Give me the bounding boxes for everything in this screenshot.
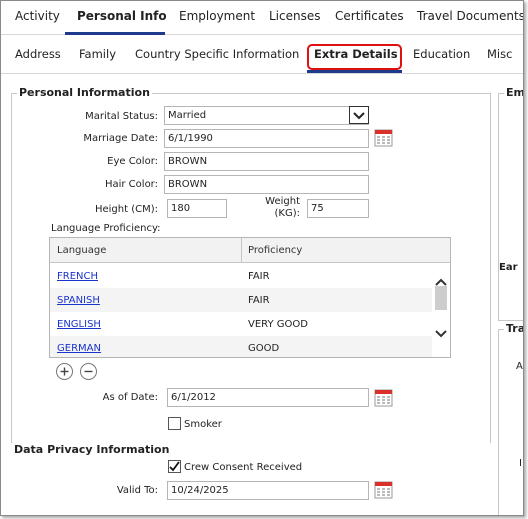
proficiency-cell: GOOD — [248, 343, 280, 354]
hair-color-input[interactable]: BROWN — [164, 175, 369, 194]
language-proficiency-label: Language Proficiency: — [51, 223, 161, 234]
weight-label-line2: (KG): — [274, 208, 300, 219]
smoker-label: Smoker — [184, 419, 222, 430]
checkmark-icon — [169, 461, 180, 472]
table-row[interactable]: GERMAN GOOD — [50, 336, 433, 357]
table-scrollbar[interactable] — [432, 264, 450, 357]
table-row[interactable]: FRENCH FAIR — [50, 264, 433, 288]
scroll-down-icon[interactable] — [435, 330, 447, 338]
language-link[interactable]: ENGLISH — [57, 319, 101, 330]
as-of-date-label: As of Date: — [102, 392, 158, 403]
proficiency-cell: FAIR — [248, 271, 270, 282]
marriage-date-input[interactable]: 6/1/1990 — [164, 129, 369, 148]
proficiency-cell: FAIR — [248, 295, 270, 306]
remove-language-button[interactable] — [80, 363, 97, 380]
marital-status-value: Married — [168, 110, 207, 121]
calendar-icon[interactable] — [374, 128, 393, 147]
chevron-down-icon — [353, 112, 365, 120]
marriage-date-value: 6/1/1990 — [168, 133, 213, 144]
weight-label-line1: Weight — [265, 196, 300, 207]
calendar-icon[interactable] — [374, 388, 393, 407]
column-divider — [241, 238, 242, 263]
right-fieldset-top — [498, 93, 523, 321]
hair-color-value: BROWN — [168, 179, 208, 190]
valid-to-label: Valid To: — [116, 485, 158, 496]
table-header: Language Proficiency — [50, 238, 450, 263]
language-link[interactable]: GERMAN — [57, 343, 101, 354]
crew-consent-checkbox[interactable] — [168, 460, 181, 473]
eye-color-value: BROWN — [168, 156, 208, 167]
subtab-extra-details[interactable]: Extra Details — [314, 47, 398, 61]
tab-activity[interactable]: Activity — [15, 9, 60, 23]
height-input[interactable]: 180 — [167, 199, 227, 218]
height-label: Height (CM): — [94, 204, 158, 215]
active-tab-underline — [65, 32, 165, 35]
as-of-date-value: 6/1/2012 — [171, 392, 216, 403]
weight-input[interactable]: 75 — [307, 199, 369, 218]
tab-travel-documents[interactable]: Travel Documents — [417, 9, 523, 23]
marital-status-label: Marital Status: — [85, 111, 158, 122]
scroll-up-icon[interactable] — [435, 278, 447, 286]
marriage-date-label: Marriage Date: — [83, 133, 158, 144]
eye-color-label: Eye Color: — [107, 156, 158, 167]
personal-information-title: Personal Information — [17, 86, 152, 99]
hair-color-label: Hair Color: — [104, 179, 158, 190]
height-value: 180 — [171, 203, 191, 214]
table-row[interactable]: ENGLISH VERY GOOD — [50, 312, 433, 336]
proficiency-cell: VERY GOOD — [248, 319, 308, 330]
top-tab-bar: Activity Personal Info Employment Licens… — [1, 1, 523, 35]
right-panel-travel-fragment: Tra — [504, 322, 523, 335]
plus-icon — [60, 367, 69, 376]
language-proficiency-table: Language Proficiency FRENCH FAIR SPANISH… — [49, 237, 451, 358]
crew-consent-label: Crew Consent Received — [184, 462, 303, 473]
subtab-education[interactable]: Education — [413, 47, 470, 61]
smoker-checkbox[interactable] — [168, 417, 181, 430]
scrollbar-thumb[interactable] — [435, 286, 447, 310]
valid-to-value: 10/24/2025 — [171, 485, 229, 496]
table-row[interactable]: SPANISH FAIR — [50, 288, 433, 312]
as-of-date-input[interactable]: 6/1/2012 — [167, 388, 369, 407]
tab-personal-info[interactable]: Personal Info — [77, 9, 167, 23]
right-panel-title-fragment: Em — [504, 86, 523, 99]
minus-icon — [84, 370, 93, 373]
right-panel-a-fragment: A — [516, 361, 523, 372]
subtab-country-specific-information[interactable]: Country Specific Information — [135, 47, 299, 61]
language-link[interactable]: SPANISH — [57, 295, 100, 306]
tab-certificates[interactable]: Certificates — [335, 9, 404, 23]
right-panel-earn-fragment: Ear — [499, 262, 518, 273]
data-privacy-title: Data Privacy Information — [14, 443, 170, 456]
valid-to-input[interactable]: 10/24/2025 — [167, 481, 369, 500]
marital-status-select[interactable]: Married — [164, 106, 369, 125]
calendar-icon[interactable] — [374, 480, 393, 499]
subtab-address[interactable]: Address — [15, 47, 61, 61]
add-language-button[interactable] — [56, 363, 73, 380]
right-panel-i-fragment: I — [519, 458, 522, 469]
subtab-misc[interactable]: Misc — [487, 47, 512, 61]
marital-status-dropdown-button[interactable] — [349, 106, 369, 124]
sub-tab-bar: Address Family Country Specific Informat… — [1, 36, 523, 74]
eye-color-input[interactable]: BROWN — [164, 152, 369, 171]
active-subtab-underline — [307, 70, 402, 73]
tab-employment[interactable]: Employment — [179, 9, 255, 23]
window-frame: Activity Personal Info Employment Licens… — [0, 0, 524, 516]
subtab-family[interactable]: Family — [79, 47, 116, 61]
language-link[interactable]: FRENCH — [57, 271, 98, 282]
tab-licenses[interactable]: Licenses — [269, 9, 321, 23]
weight-value: 75 — [311, 203, 324, 214]
column-header-proficiency[interactable]: Proficiency — [248, 245, 302, 256]
column-header-language[interactable]: Language — [57, 245, 106, 256]
right-fieldset-bottom — [498, 329, 523, 515]
